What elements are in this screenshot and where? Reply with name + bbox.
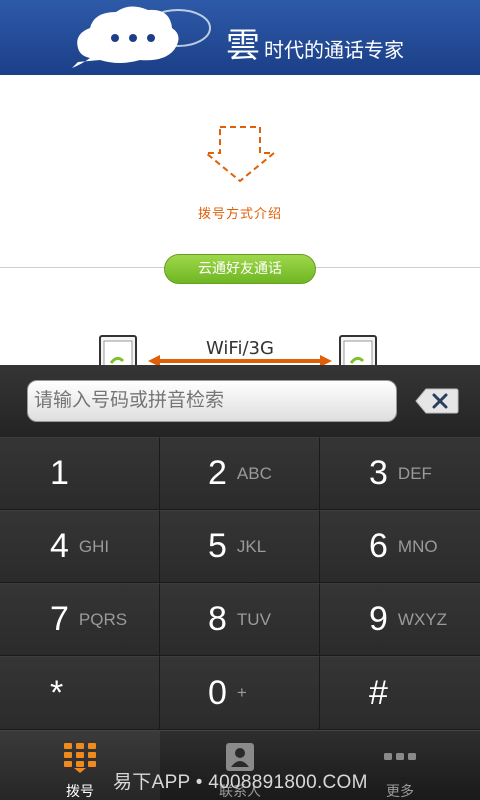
dialpad-icon	[64, 743, 96, 773]
key-letters: +	[236, 683, 247, 702]
keypad: 1 2 ABC 3 DEF 4 GHI 5 JKL 6 MNO 7 PQRS 8 TUV 9W…	[0, 437, 480, 730]
search-bar	[0, 365, 480, 437]
intro-area: 拨号方式介绍 云通好友通话 WiFi/3G	[0, 75, 480, 375]
cloud-chat-icon	[71, 6, 211, 69]
yun-logo: 雲	[226, 26, 260, 66]
key-hash[interactable]: #	[320, 656, 480, 730]
dial-intro-link[interactable]: 拨号方式介绍	[0, 203, 480, 222]
key-digit: 6	[369, 527, 388, 565]
banner-slogan: 雲 时代的通话专家	[226, 18, 404, 67]
key-3[interactable]: 3 DEF	[320, 437, 480, 510]
key-digit: 0	[208, 673, 227, 712]
key-digit: 3	[369, 454, 388, 492]
key-2[interactable]: 2 ABC	[160, 437, 320, 510]
down-arrow-icon	[203, 126, 277, 183]
key-letters: WXYZ	[397, 609, 448, 629]
key-9[interactable]: 9 WXYZ	[320, 583, 480, 656]
key-digit: 7	[50, 600, 69, 638]
key-letters: ABC	[236, 463, 272, 483]
watermark: 易下APP • 4008891800.COM	[113, 772, 368, 793]
key-digit: 5	[208, 527, 227, 565]
search-input[interactable]	[27, 380, 397, 422]
banner-tagline: 时代的通话专家	[264, 38, 404, 62]
more-icon	[384, 753, 416, 760]
key-7[interactable]: 7 PQRS	[0, 583, 160, 656]
key-digit: 9	[369, 600, 388, 638]
backspace-icon[interactable]	[414, 387, 460, 415]
key-6[interactable]: 6 MNO	[320, 510, 480, 583]
bottom-tab-bar: 拨号 联系人 更多 易下APP • 4008891800.COM	[0, 730, 480, 800]
key-8[interactable]: 8 TUV	[160, 583, 320, 656]
key-digit: *	[50, 673, 64, 712]
key-digit: 2	[208, 454, 227, 492]
key-digit: 1	[50, 454, 69, 492]
key-4[interactable]: 4 GHI	[0, 510, 160, 583]
key-digit: #	[369, 673, 388, 712]
key-digit: 8	[208, 600, 227, 638]
key-letters: MNO	[397, 536, 438, 556]
header-banner: 雲 时代的通话专家	[0, 0, 480, 75]
key-letters: TUV	[236, 609, 271, 629]
key-letters: JKL	[236, 536, 267, 556]
key-letters: PQRS	[78, 609, 128, 629]
key-1[interactable]: 1	[0, 437, 160, 510]
friend-call-button[interactable]: 云通好友通话	[164, 254, 316, 284]
key-digit: 4	[50, 527, 69, 565]
key-star[interactable]: *	[0, 656, 160, 730]
key-letters: GHI	[78, 536, 110, 556]
dialer-panel: 1 2 ABC 3 DEF 4 GHI 5 JKL 6 MNO 7 PQRS 8 TUV 9W…	[0, 365, 480, 730]
key-0[interactable]: 0 +	[160, 656, 320, 730]
key-letters: DEF	[397, 463, 432, 483]
key-5[interactable]: 5 JKL	[160, 510, 320, 583]
